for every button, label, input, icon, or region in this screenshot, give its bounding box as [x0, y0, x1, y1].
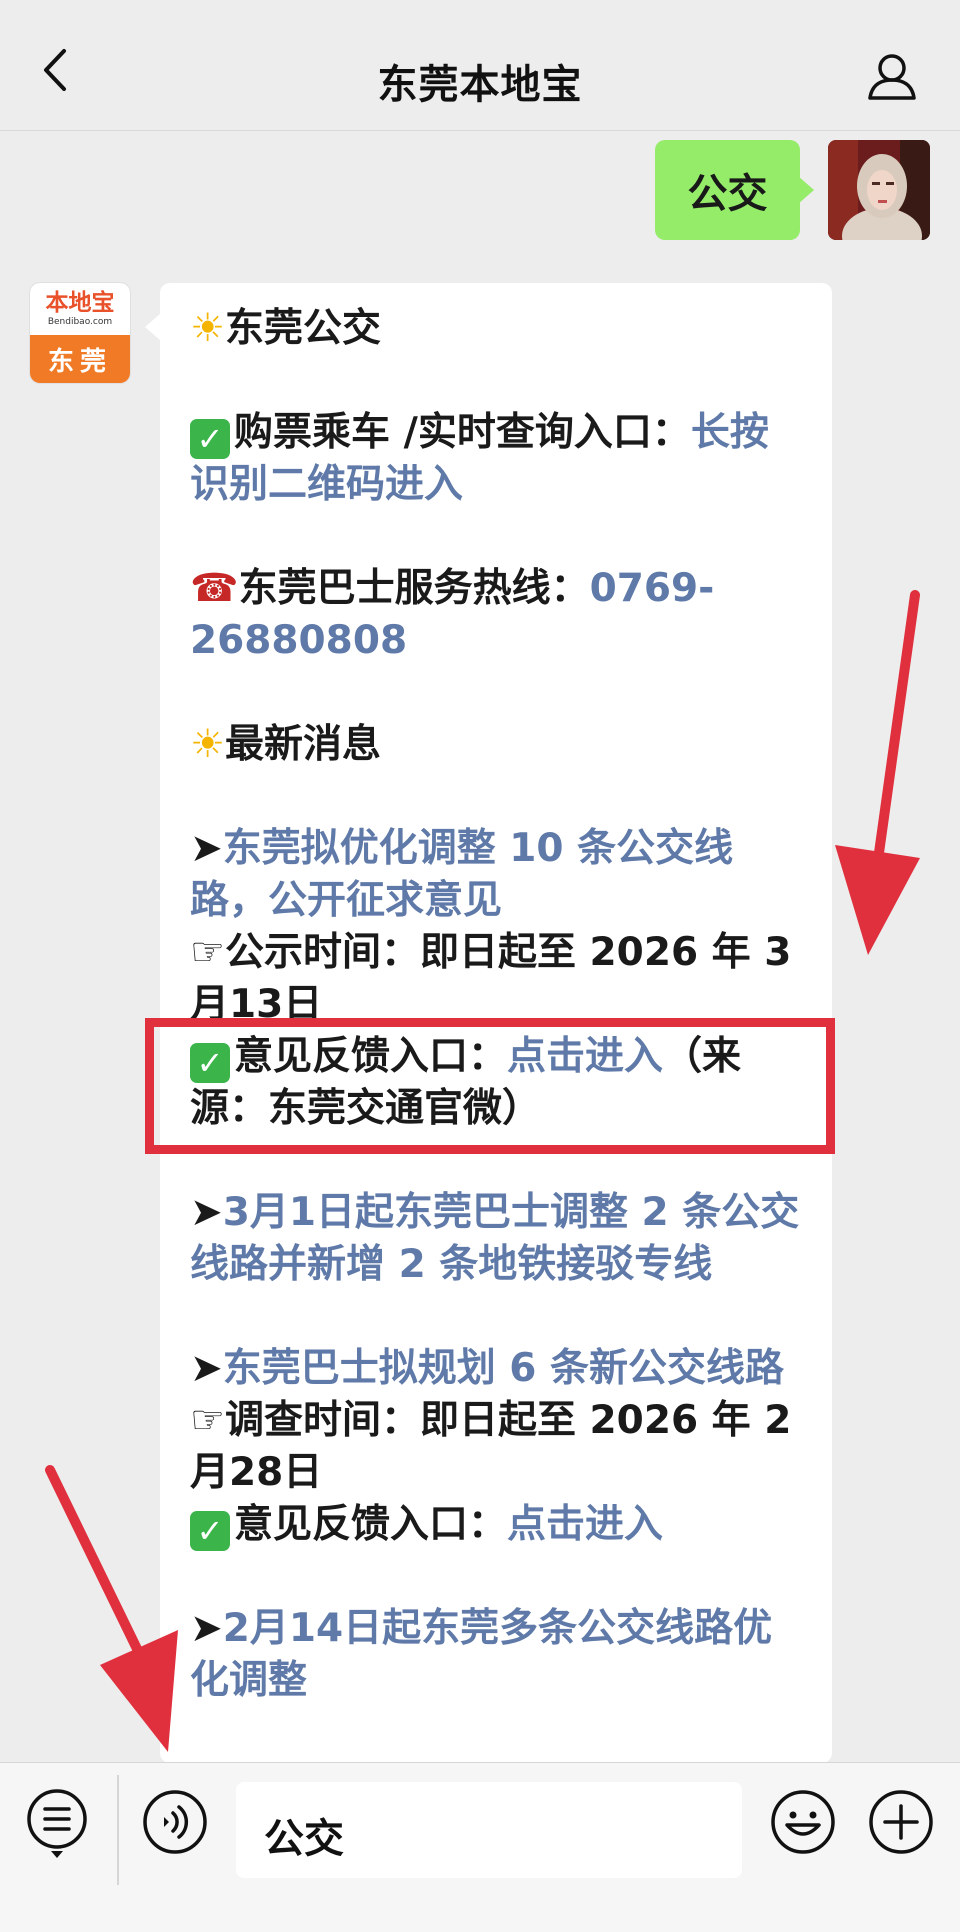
survey-period-text: 调查时间：即日起至 2026 年 2 月28日: [190, 1398, 792, 1495]
telephone-icon: ☎: [190, 566, 239, 611]
voice-icon[interactable]: [142, 1789, 208, 1855]
user-avatar[interactable]: [828, 140, 930, 240]
news-link-2[interactable]: 3月1日起东莞巴士调整 2 条公交线路并新增 2 条地铁接驳专线: [190, 1190, 799, 1287]
feedback-link-2[interactable]: 点击进入: [507, 1502, 663, 1547]
pointing-hand-icon: ☞: [190, 1398, 225, 1443]
menu-list-icon[interactable]: [25, 1787, 89, 1859]
arrow-left: [45, 1465, 178, 1752]
bullet-arrow: ➤: [190, 1346, 223, 1391]
bot-avatar-logo: 本地宝 Bendibao.com: [30, 283, 130, 335]
pointing-hand-icon: ☞: [190, 930, 225, 975]
arrow-right: [835, 590, 920, 955]
sun-icon: ☀: [190, 722, 225, 767]
highlight-box: [145, 1018, 835, 1154]
message-input-text: 公交: [264, 1816, 344, 1862]
profile-icon[interactable]: [864, 48, 920, 104]
chat-title: 东莞本地宝: [377, 62, 583, 108]
bullet-arrow: ➤: [190, 1606, 223, 1651]
input-bar: 公交: [0, 1762, 960, 1932]
check-icon: ✓: [190, 1511, 230, 1551]
bullet-arrow: ➤: [190, 826, 223, 871]
ticket-label: 购票乘车 /实时查询入口：: [234, 410, 691, 455]
section-title-news: 最新消息: [224, 722, 381, 767]
news-link-1[interactable]: 东莞拟优化调整 10 条公交线路，公开征求意见: [190, 826, 733, 923]
bot-brand-text: 本地宝: [45, 289, 115, 316]
news-link-3[interactable]: 东莞巴士拟规划 6 条新公交线路: [223, 1346, 784, 1391]
plus-icon[interactable]: [868, 1789, 934, 1855]
top-bar: 东莞本地宝: [0, 0, 960, 131]
message-content: ☀东莞公交 ✓ 购票乘车 /实时查询入口：长按识别二维码进入 ☎东莞巴士服务热线：…: [190, 303, 802, 1707]
check-icon: ✓: [190, 419, 230, 459]
hotline-label: 东莞巴士服务热线：: [238, 566, 590, 611]
bar-divider: [117, 1775, 119, 1885]
sent-message-text: 公交: [687, 171, 768, 217]
bot-city-label: 东莞: [30, 335, 130, 383]
sun-icon: ☀: [190, 306, 225, 351]
emoji-icon[interactable]: [770, 1789, 836, 1855]
news-link-4[interactable]: 2月14日起东莞多条公交线路优化调整: [190, 1606, 772, 1703]
sent-message-bubble[interactable]: 公交: [655, 140, 814, 240]
bullet-arrow: ➤: [190, 1190, 223, 1235]
message-input[interactable]: 公交: [236, 1782, 742, 1878]
section-title-bus: 东莞公交: [224, 306, 381, 351]
bot-avatar[interactable]: 本地宝 Bendibao.com 东莞: [30, 283, 130, 383]
notice-period-text: 公示时间：即日起至 2026 年 3 月13日: [190, 930, 792, 1027]
bot-url-text: Bendibao.com: [47, 317, 113, 327]
feedback-label: 意见反馈入口：: [234, 1502, 508, 1547]
